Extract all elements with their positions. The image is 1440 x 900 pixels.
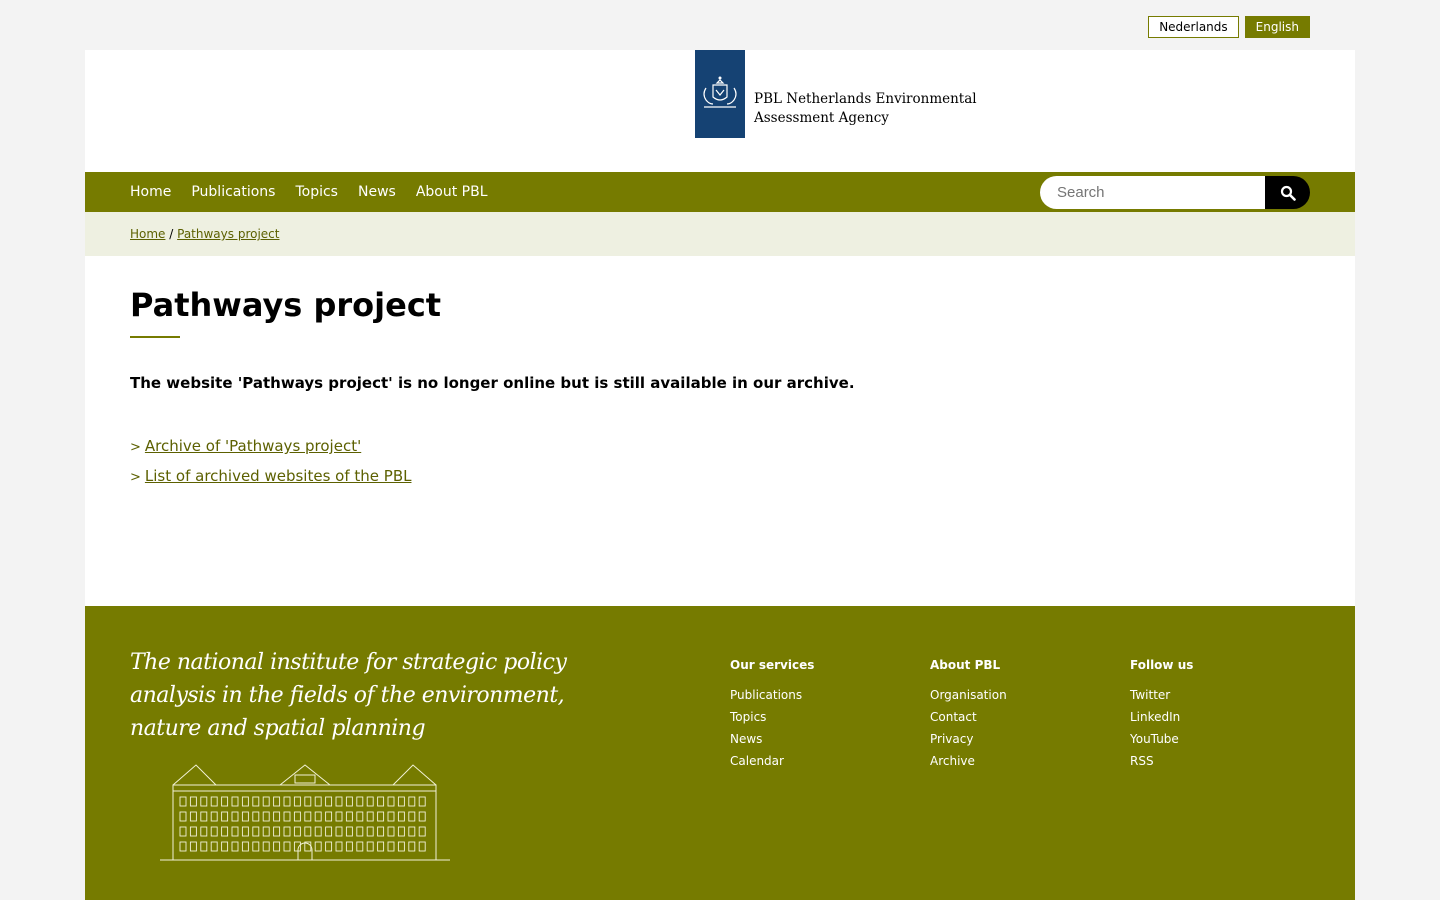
coat-of-arms-icon [703, 76, 737, 108]
footer-link[interactable]: Archive [930, 750, 1110, 772]
footer-tagline: The national institute for strategic pol… [130, 650, 567, 741]
footer-link[interactable]: Topics [730, 706, 910, 728]
footer-column-about: About PBL Organisation Contact Privacy A… [930, 658, 1110, 772]
footer-link-linkedin[interactable]: LinkedIn [1130, 706, 1310, 728]
page: PBL Netherlands Environmental Assessment… [85, 50, 1355, 900]
nav-item-news[interactable]: News [358, 184, 396, 200]
footer-column-follow: Follow us Twitter LinkedIn YouTube RSS [1130, 658, 1310, 772]
building-illustration [160, 764, 450, 861]
archive-links: > Archive of 'Pathways project' > List of … [130, 432, 1310, 492]
organisation-name-line2: Assessment Agency [754, 110, 889, 126]
breadcrumb-current[interactable]: Pathways project [177, 227, 279, 241]
footer-heading: About PBL [930, 658, 1001, 672]
search-icon [1280, 185, 1296, 201]
nav-item-publications[interactable]: Publications [191, 184, 275, 200]
archive-notice: The website 'Pathways project' is no lon… [130, 374, 855, 392]
organisation-name-line1: PBL Netherlands Environmental [754, 91, 977, 107]
nav-item-home[interactable]: Home [130, 184, 171, 200]
main-content: Pathways project The website 'Pathways p… [85, 256, 1355, 606]
footer-heading: Follow us [1130, 658, 1194, 672]
footer-link[interactable]: Privacy [930, 728, 1110, 750]
organisation-name: PBL Netherlands Environmental Assessment… [754, 90, 994, 128]
archive-link[interactable]: Archive of 'Pathways project' [145, 437, 361, 455]
nav-item-about-pbl[interactable]: About PBL [416, 184, 488, 200]
footer-link[interactable]: Organisation [930, 684, 1110, 706]
chevron-right-icon: > [130, 470, 141, 485]
search-form [1040, 176, 1310, 209]
breadcrumb-home[interactable]: Home [130, 227, 165, 241]
government-logo[interactable] [695, 50, 745, 138]
breadcrumb: Home / Pathways project [85, 212, 1355, 256]
nav-item-topics[interactable]: Topics [295, 184, 338, 200]
footer-link-youtube[interactable]: YouTube [1130, 728, 1310, 750]
search-input[interactable] [1040, 176, 1265, 209]
footer-link-rss[interactable]: RSS [1130, 750, 1310, 772]
archived-websites-link[interactable]: List of archived websites of the PBL [145, 467, 412, 485]
main-navigation: Home Publications Topics News About PBL [85, 172, 1355, 212]
search-button[interactable] [1265, 176, 1310, 209]
breadcrumb-separator: / [169, 227, 178, 241]
footer-link[interactable]: News [730, 728, 910, 750]
page-title: Pathways project [130, 286, 442, 324]
language-english[interactable]: English [1244, 16, 1310, 38]
language-nederlands[interactable]: Nederlands [1148, 16, 1239, 38]
header: PBL Netherlands Environmental Assessment… [85, 50, 1355, 172]
title-underline [130, 336, 180, 338]
footer-link[interactable]: Calendar [730, 750, 910, 772]
footer-link-twitter[interactable]: Twitter [1130, 684, 1310, 706]
footer: The national institute for strategic pol… [85, 606, 1355, 900]
chevron-right-icon: > [130, 440, 141, 455]
footer-link[interactable]: Publications [730, 684, 910, 706]
link-item: > List of archived websites of the PBL [130, 462, 1310, 492]
footer-heading: Our services [730, 658, 815, 672]
link-item: > Archive of 'Pathways project' [130, 432, 1310, 462]
language-switcher: Nederlands English [1148, 16, 1310, 38]
footer-column-services: Our services Publications Topics News Ca… [730, 658, 910, 772]
footer-link[interactable]: Contact [930, 706, 1110, 728]
